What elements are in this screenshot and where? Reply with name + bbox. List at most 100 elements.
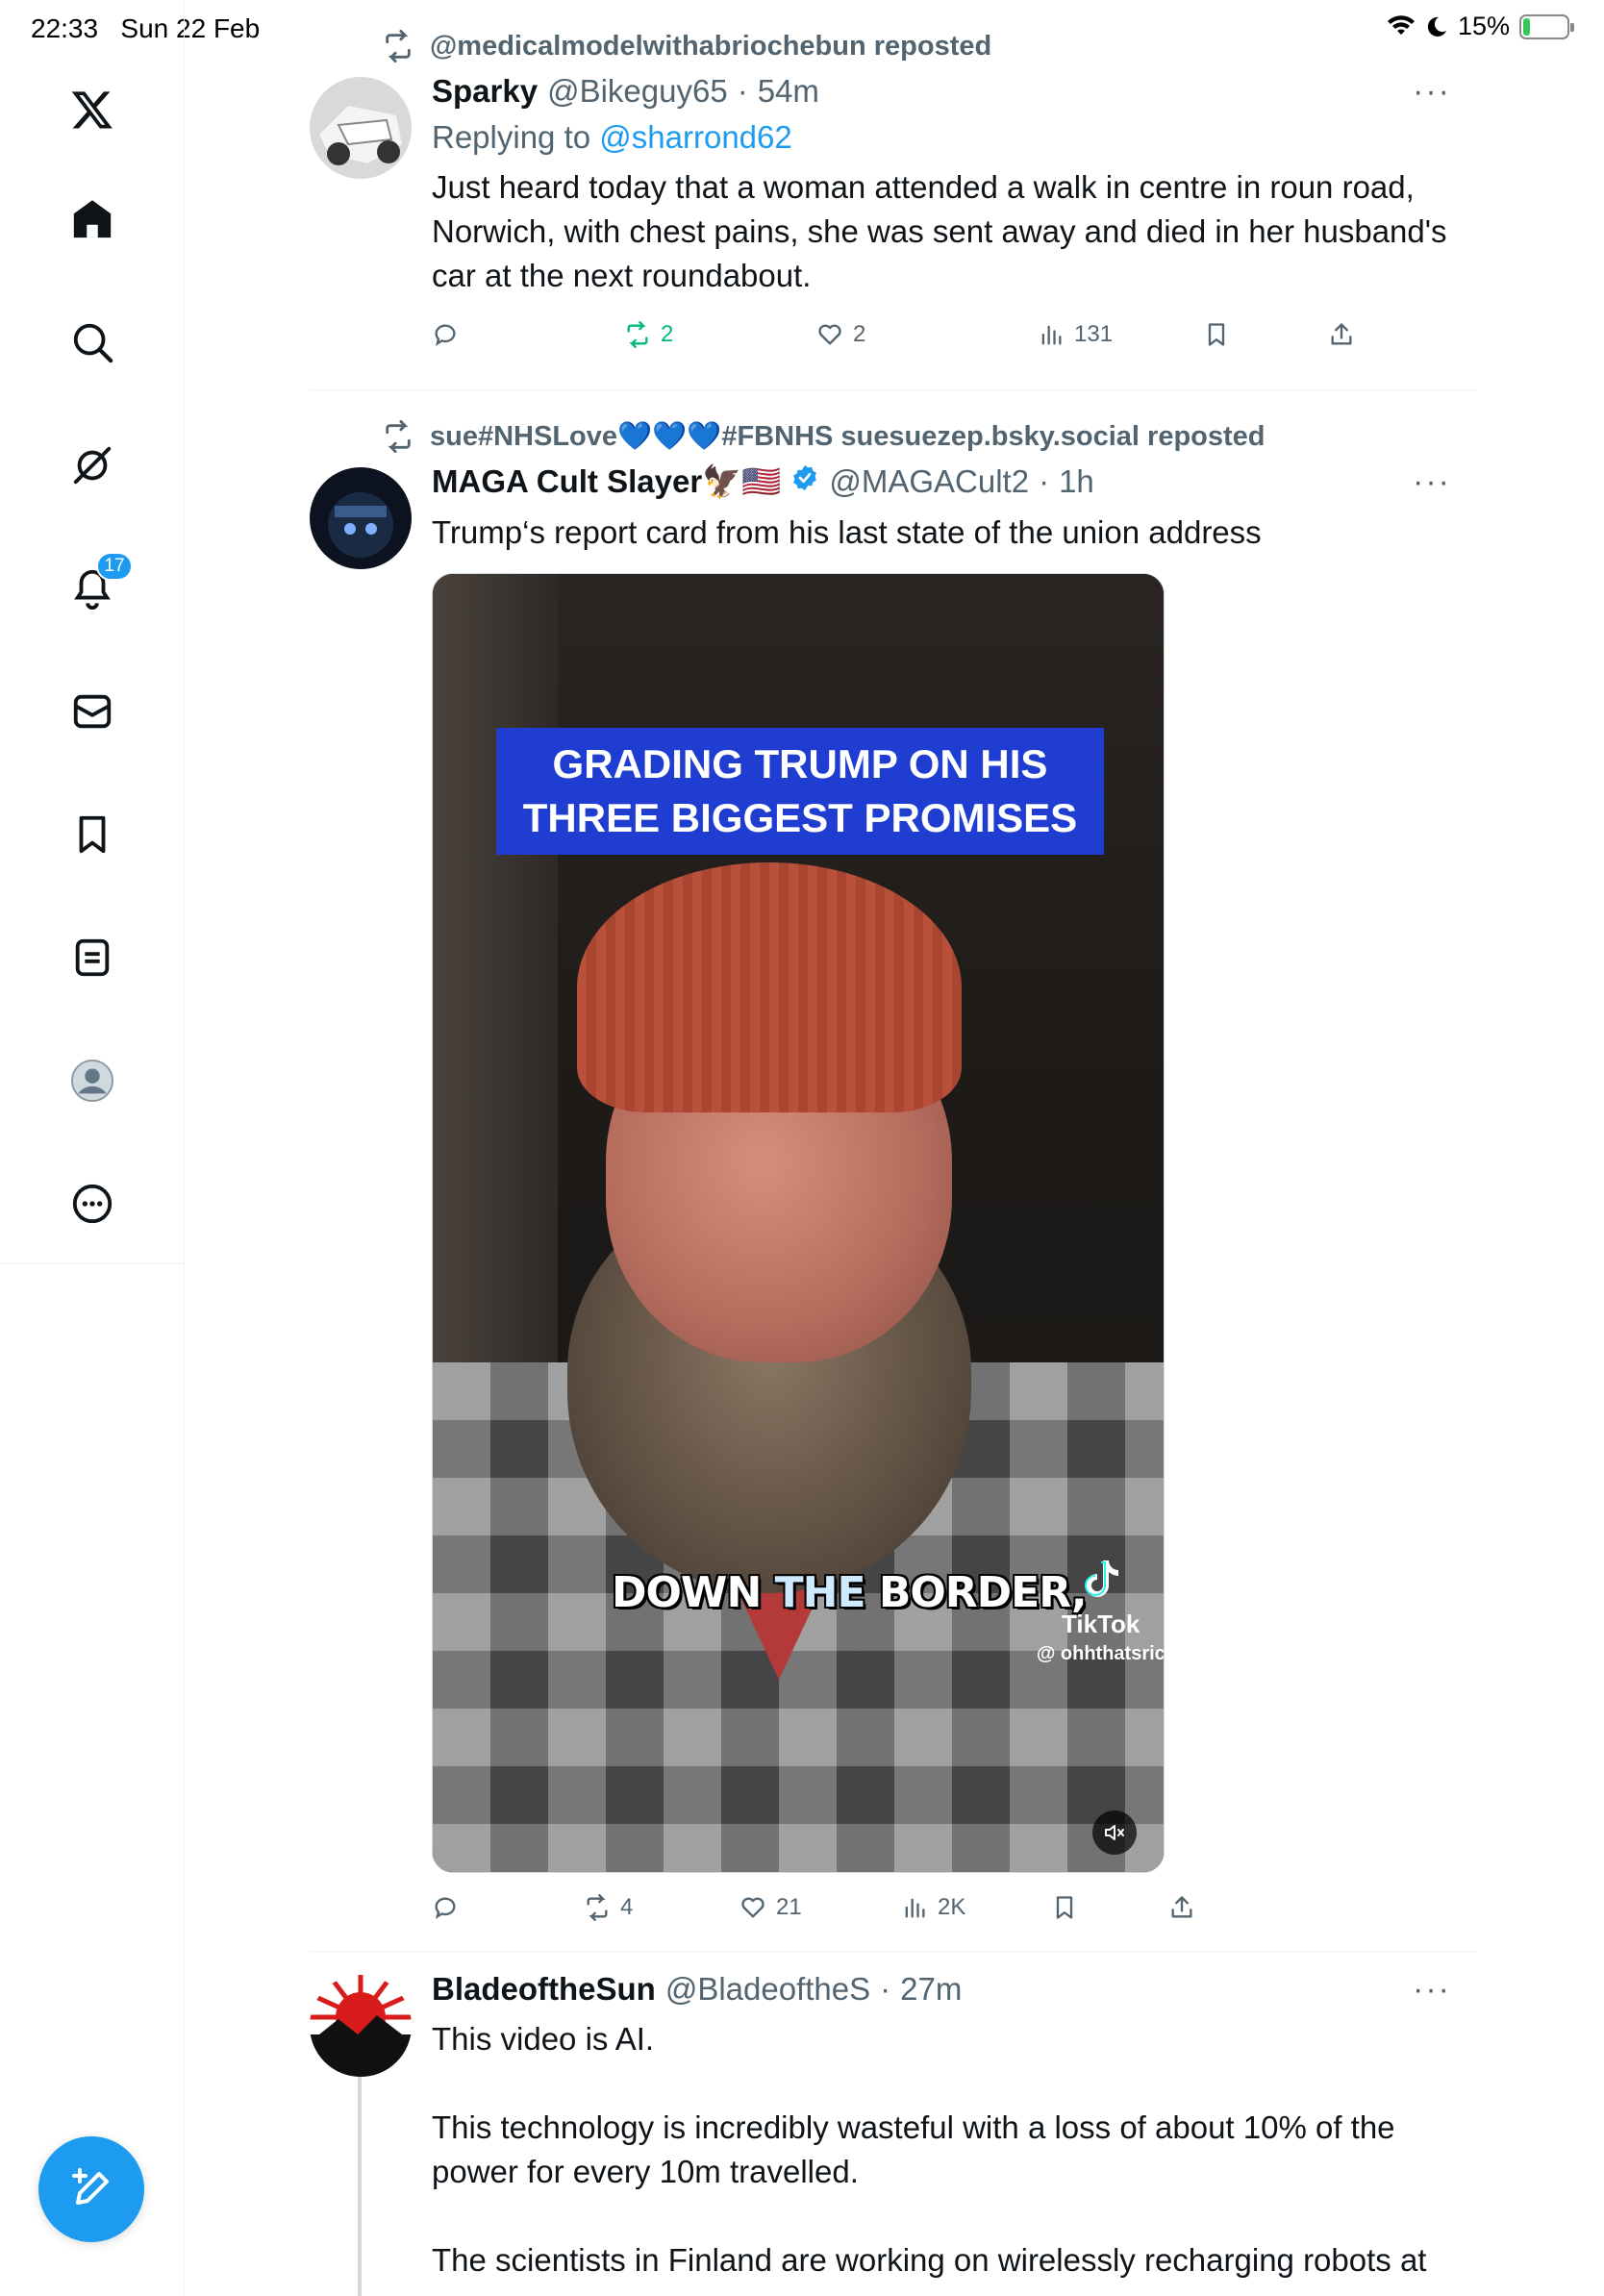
wifi-icon <box>1387 14 1415 35</box>
more-options-icon[interactable]: ··· <box>1413 73 1451 111</box>
bookmark-button[interactable] <box>1203 321 1230 348</box>
tiktok-user: @ ohhthatsrich <box>1036 1643 1165 1664</box>
author-name[interactable]: MAGA Cult Slayer🦅🇺🇸 <box>432 463 781 501</box>
reply-context: Replying to @sharrond62 <box>432 119 1451 156</box>
lists-icon[interactable] <box>63 929 121 986</box>
sidebar: 17 <box>0 0 185 2296</box>
avatar[interactable] <box>310 1975 412 2077</box>
author-name[interactable]: BladeoftheSun <box>432 1971 656 2008</box>
video-player[interactable]: GRADING TRUMP ON HIS THREE BIGGEST PROMI… <box>432 573 1165 1873</box>
timestamp[interactable]: 1h <box>1059 463 1094 500</box>
like-button[interactable]: 2 <box>816 321 865 348</box>
grok-icon[interactable] <box>63 437 121 494</box>
tweet-content: Sparky @Bikeguy65 · 54m ··· Replying to … <box>432 73 1451 298</box>
views-button[interactable]: 131 <box>1038 321 1113 348</box>
tweet-actions: 2 2 131 <box>432 321 1355 360</box>
heart-icon <box>818 324 841 345</box>
view-count: 131 <box>1074 321 1114 347</box>
reply-button[interactable] <box>432 321 459 348</box>
caption-part: BORDER, <box>865 1568 1088 1617</box>
video-title-overlay: GRADING TRUMP ON HIS THREE BIGGEST PROMI… <box>496 728 1104 855</box>
avatar[interactable] <box>310 467 412 569</box>
share-button[interactable] <box>1168 1894 1195 1921</box>
compose-icon <box>72 2168 109 2205</box>
video-hat <box>577 862 962 1112</box>
notification-badge: 17 <box>96 552 133 581</box>
notifications-icon[interactable]: 17 <box>63 552 133 617</box>
mute-button[interactable] <box>1092 1810 1137 1855</box>
like-button[interactable]: 21 <box>739 1894 802 1921</box>
tweet-divider <box>310 1951 1477 1952</box>
tweet-header: Sparky @Bikeguy65 · 54m <box>432 73 1451 110</box>
views-button[interactable]: 2K <box>901 1894 965 1921</box>
views-icon <box>1041 325 1062 345</box>
author-name[interactable]: Sparky <box>432 73 538 110</box>
repost-label: sue#NHSLove💙💙💙#FBNHS suesuezep.bsky.soci… <box>430 421 1266 452</box>
verified-badge-icon <box>793 464 817 491</box>
reply-button[interactable] <box>432 1894 459 1921</box>
tweet-content: MAGA Cult Slayer🦅🇺🇸 @MAGACult2 · 1h ··· … <box>432 463 1451 555</box>
bookmark-icon <box>1208 323 1225 346</box>
caption-highlight: THE <box>774 1568 866 1617</box>
reply-icon <box>435 1897 456 1919</box>
compose-button[interactable] <box>38 2136 144 2242</box>
reply-to-link[interactable]: @sharrond62 <box>599 119 791 155</box>
share-icon <box>1331 323 1352 345</box>
tweet-header: BladeoftheSun @BladeoftheS · 27m <box>432 1971 1451 2008</box>
tweet-actions: 4 21 2K <box>432 1894 1355 1933</box>
share-button[interactable] <box>1328 321 1355 348</box>
messages-icon[interactable] <box>63 683 121 740</box>
profile-icon[interactable] <box>63 1052 121 1110</box>
tiktok-label: TikTok <box>1062 1610 1140 1638</box>
separator: · <box>880 1971 891 2007</box>
thread-line <box>358 2077 362 2296</box>
battery-icon <box>1519 13 1574 39</box>
repost-label: @medicalmodelwithabriochebun reposted <box>430 30 992 62</box>
timestamp[interactable]: 54m <box>758 73 819 110</box>
like-count: 21 <box>776 1894 802 1920</box>
bookmark-icon <box>1056 1896 1073 1919</box>
moon-icon <box>1427 16 1446 37</box>
caption-part: DOWN <box>612 1568 775 1617</box>
avatar[interactable] <box>310 77 412 179</box>
tiktok-watermark: TikTok @ ohhthatsrich <box>1037 1557 1164 1664</box>
sidebar-divider <box>0 1263 185 1264</box>
muted-speaker-icon <box>1105 1825 1124 1840</box>
video-caption: DOWN THE BORDER, <box>612 1568 1088 1617</box>
reply-prefix: Replying to <box>432 119 591 155</box>
more-options-icon[interactable]: ··· <box>1413 1971 1451 2009</box>
repost-icon <box>386 30 411 62</box>
tweet-text: Just heard today that a woman attended a… <box>432 169 1456 293</box>
more-icon[interactable] <box>63 1175 121 1233</box>
battery-percent: 15% <box>1457 12 1510 40</box>
search-icon[interactable] <box>63 313 121 371</box>
repost-button[interactable]: 2 <box>624 321 673 348</box>
tweet-text: This video is AI. This technology is inc… <box>432 2021 1427 2278</box>
heart-icon <box>741 1897 764 1918</box>
author-handle[interactable]: @Bikeguy65 <box>547 73 728 110</box>
views-icon <box>905 1898 925 1918</box>
separator: · <box>1039 463 1050 499</box>
tweet-content: BladeoftheSun @BladeoftheS · 27m ··· Thi… <box>432 1971 1451 2283</box>
timestamp[interactable]: 27m <box>900 1971 962 2008</box>
repost-icon <box>627 321 648 348</box>
view-count: 2K <box>938 1894 966 1920</box>
x-logo-icon[interactable] <box>63 81 121 138</box>
repost-button[interactable]: 4 <box>584 1894 633 1921</box>
repost-icon <box>386 420 411 453</box>
like-count: 2 <box>853 321 866 347</box>
separator: · <box>737 73 748 109</box>
share-icon <box>1171 1896 1192 1918</box>
reply-icon <box>435 324 456 346</box>
repost-indicator: sue#NHSLove💙💙💙#FBNHS suesuezep.bsky.soci… <box>382 419 1266 454</box>
tiktok-logo-icon <box>1084 1560 1118 1597</box>
more-options-icon[interactable]: ··· <box>1413 463 1451 501</box>
author-handle[interactable]: @BladeoftheS <box>665 1971 870 2008</box>
author-handle[interactable]: @MAGACult2 <box>829 463 1029 500</box>
bookmarks-icon[interactable] <box>63 806 121 863</box>
tweet-header: MAGA Cult Slayer🦅🇺🇸 @MAGACult2 · 1h <box>432 463 1451 501</box>
status-indicators: 15% <box>1387 12 1574 41</box>
home-icon[interactable] <box>63 190 121 248</box>
repost-count: 4 <box>620 1894 634 1920</box>
bookmark-button[interactable] <box>1051 1894 1078 1921</box>
